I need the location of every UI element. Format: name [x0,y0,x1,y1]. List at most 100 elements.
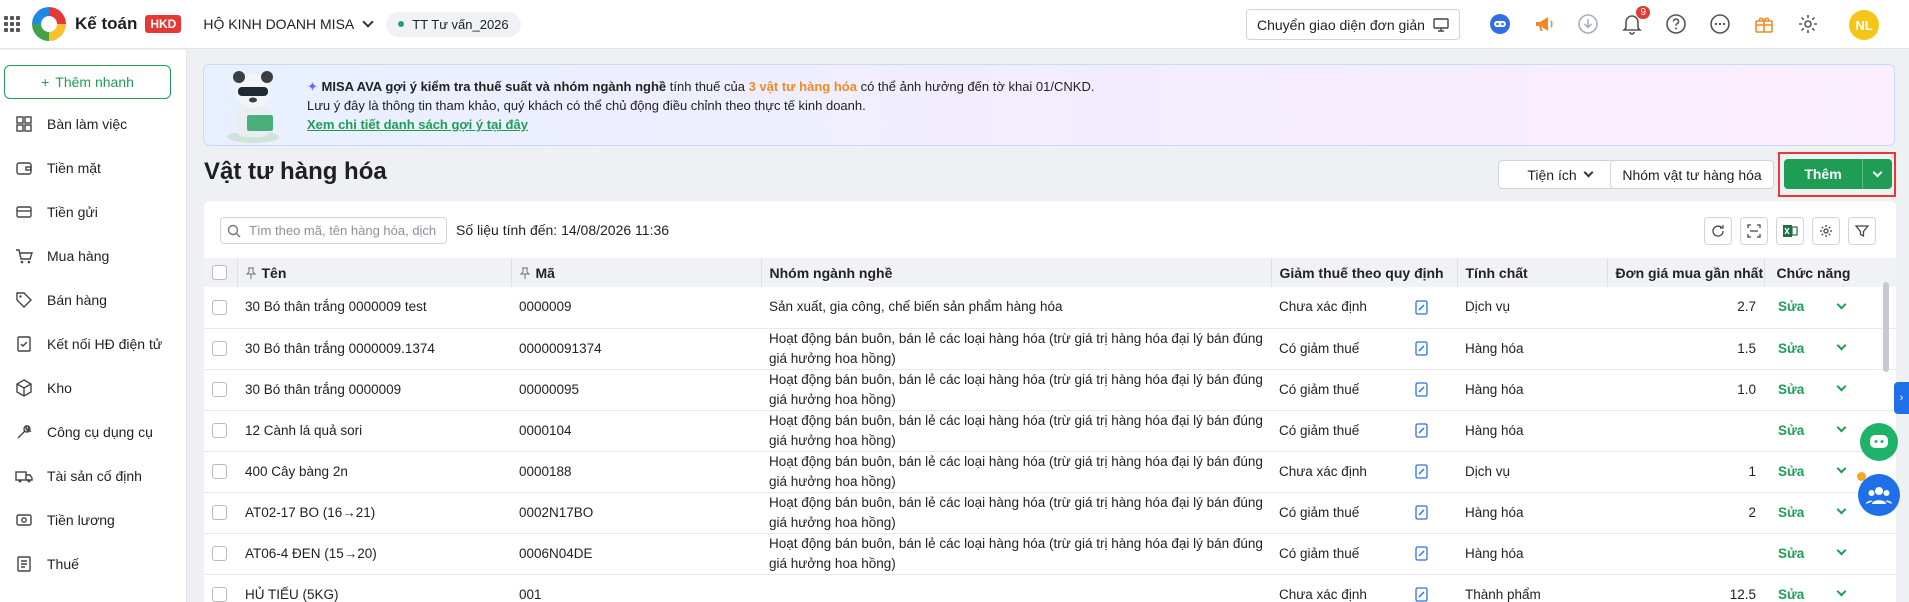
sidebar-item-sales[interactable]: Bán hàng [0,278,186,322]
table-row[interactable]: AT06-4 ĐEN (15→20) 0006N04DE Hoạt động bán… [204,533,1896,575]
chevron-down-icon[interactable] [1836,504,1847,515]
chat-fab[interactable] [1860,423,1898,461]
edit-button[interactable]: Sửa [1778,382,1804,397]
sidebar-item-payroll[interactable]: Tiền lương [0,498,186,542]
scan-button[interactable] [1740,217,1768,245]
search-box[interactable] [220,217,447,244]
sidebar-item-dashboard[interactable]: Bàn làm việc [0,102,186,146]
sidebar-item-tools[interactable]: Công cụ dụng cụ [0,410,186,454]
bank-card-icon [16,206,32,218]
download-icon[interactable] [1576,12,1600,36]
excel-export-button[interactable] [1776,217,1804,245]
add-button[interactable]: Thêm [1784,159,1892,189]
sidebar-item-fixed-assets[interactable]: Tài sản cố định [0,454,186,498]
tax-detail-icon[interactable] [1415,587,1428,602]
tax-detail-icon[interactable] [1415,382,1428,398]
col-name[interactable]: Tên [237,258,512,287]
tax-detail-icon[interactable] [1415,341,1428,357]
misa-logo[interactable] [32,7,66,41]
sidebar-item-tax[interactable]: Thuế [0,542,186,586]
cell-name: 30 Bó thân trắng 0000009.1374 [237,328,511,370]
col-nature[interactable]: Tính chất [1457,258,1608,287]
pin-icon[interactable] [519,267,530,280]
panda-mascot-icon [227,71,279,143]
vertical-scrollbar[interactable] [1883,282,1889,372]
sidebar-item-cash[interactable]: Tiền mặt [0,146,186,190]
user-avatar[interactable]: NL [1849,10,1879,40]
row-checkbox[interactable] [212,299,227,315]
row-checkbox[interactable] [212,505,227,520]
app-grid-icon[interactable] [4,16,20,32]
row-checkbox[interactable] [212,423,227,438]
settings-button[interactable] [1812,217,1840,245]
pin-icon[interactable] [245,267,256,280]
edit-button[interactable]: Sửa [1778,505,1804,520]
side-panel-toggle[interactable]: › [1894,382,1909,414]
item-group-button[interactable]: Nhóm vật tư hàng hóa [1610,160,1774,189]
gear-icon[interactable] [1796,12,1820,36]
cell-nature: Hàng hóa [1457,492,1607,534]
row-checkbox[interactable] [212,341,227,356]
tax-detail-icon[interactable] [1415,423,1428,439]
row-checkbox[interactable] [212,546,227,561]
sidebar-item-warehouse[interactable]: Kho [0,366,186,410]
chevron-down-icon[interactable] [1836,545,1847,556]
col-industry[interactable]: Nhóm ngành nghề [761,258,1272,287]
sidebar-item-einvoice[interactable]: Kết nối HĐ điện tử [0,322,186,366]
refresh-button[interactable] [1704,217,1732,245]
table-row[interactable]: HỦ TIẾU (5KG) 001 Chưa xác định Thành phẩm 1… [204,574,1896,602]
edit-button[interactable]: Sửa [1778,546,1804,561]
chevron-down-icon[interactable] [1836,381,1847,392]
chevron-down-icon[interactable] [1836,463,1847,474]
more-icon[interactable] [1708,12,1732,36]
edit-button[interactable]: Sửa [1778,423,1804,438]
table-row[interactable]: 30 Bó thân trắng 0000009 test 0000009 Sản … [204,287,1896,329]
company-selector[interactable]: HỘ KINH DOANH MISA [203,16,374,32]
table-row[interactable]: AT02-17 BO (16→21) 0002N17BO Hoạt động bán… [204,492,1896,534]
table-row[interactable]: 30 Bó thân trắng 0000009 00000095 Hoạt độn… [204,369,1896,411]
tax-detail-icon[interactable] [1415,300,1428,315]
utilities-button[interactable]: Tiện ích [1498,160,1621,189]
switch-ui-button[interactable]: Chuyển giao diện đơn giản [1246,9,1460,40]
chevron-down-icon[interactable] [1836,340,1847,351]
table-row[interactable]: 400 Cây bàng 2n 0000188 Hoạt động bán buôn… [204,451,1896,493]
tax-detail-icon[interactable] [1415,505,1428,521]
sidebar-item-purchase[interactable]: Mua hàng [0,234,186,278]
banner-detail-link[interactable]: Xem chi tiết danh sách gợi ý tại đây [307,115,1094,134]
bell-icon[interactable]: 9 [1620,6,1650,36]
megaphone-icon[interactable] [1532,12,1556,36]
sidebar-item-deposit[interactable]: Tiền gửi [0,190,186,234]
assistant-icon[interactable] [1488,12,1512,36]
table-row[interactable]: 30 Bó thân trắng 0000009.1374 00000091374… [204,328,1896,370]
edit-button[interactable]: Sửa [1778,587,1804,602]
chevron-down-icon[interactable] [1836,586,1847,597]
edit-button[interactable]: Sửa [1778,464,1804,479]
col-price[interactable]: Đơn giá mua gần nhất [1607,258,1765,287]
row-checkbox[interactable] [212,382,227,397]
select-all-checkbox[interactable] [212,265,227,280]
tax-detail-icon[interactable] [1415,464,1428,480]
items-table: Tên Mã Nhóm ngành nghề Giảm thuế theo qu… [204,258,1896,602]
col-name-label: Tên [261,264,287,281]
org-pill[interactable]: TT Tư vấn_2026 [386,11,521,37]
edit-button[interactable]: Sửa [1778,299,1804,314]
chevron-down-icon[interactable] [1836,299,1847,310]
cell-industry: Hoạt động bán buôn, bán lẻ các loại hàng… [761,451,1271,493]
row-checkbox[interactable] [212,587,227,602]
table-row[interactable]: 12 Cành lá quả sori 0000104 Hoạt động bán … [204,410,1896,452]
cart-icon [16,249,33,264]
chevron-down-icon[interactable] [1836,422,1847,433]
tax-detail-icon[interactable] [1415,546,1428,562]
search-input[interactable] [249,223,439,238]
help-icon[interactable] [1664,12,1688,36]
quick-add-button[interactable]: + Thêm nhanh [4,65,171,99]
add-dropdown-toggle[interactable] [1862,159,1892,189]
cell-name: HỦ TIẾU (5KG) [237,574,511,602]
edit-button[interactable]: Sửa [1778,341,1804,356]
row-checkbox[interactable] [212,464,227,479]
community-fab[interactable] [1858,474,1900,516]
filter-button[interactable] [1848,217,1876,245]
col-tax-reduction[interactable]: Giảm thuế theo quy định [1271,258,1458,287]
col-code[interactable]: Mã [511,258,762,287]
gift-icon[interactable] [1752,12,1776,36]
